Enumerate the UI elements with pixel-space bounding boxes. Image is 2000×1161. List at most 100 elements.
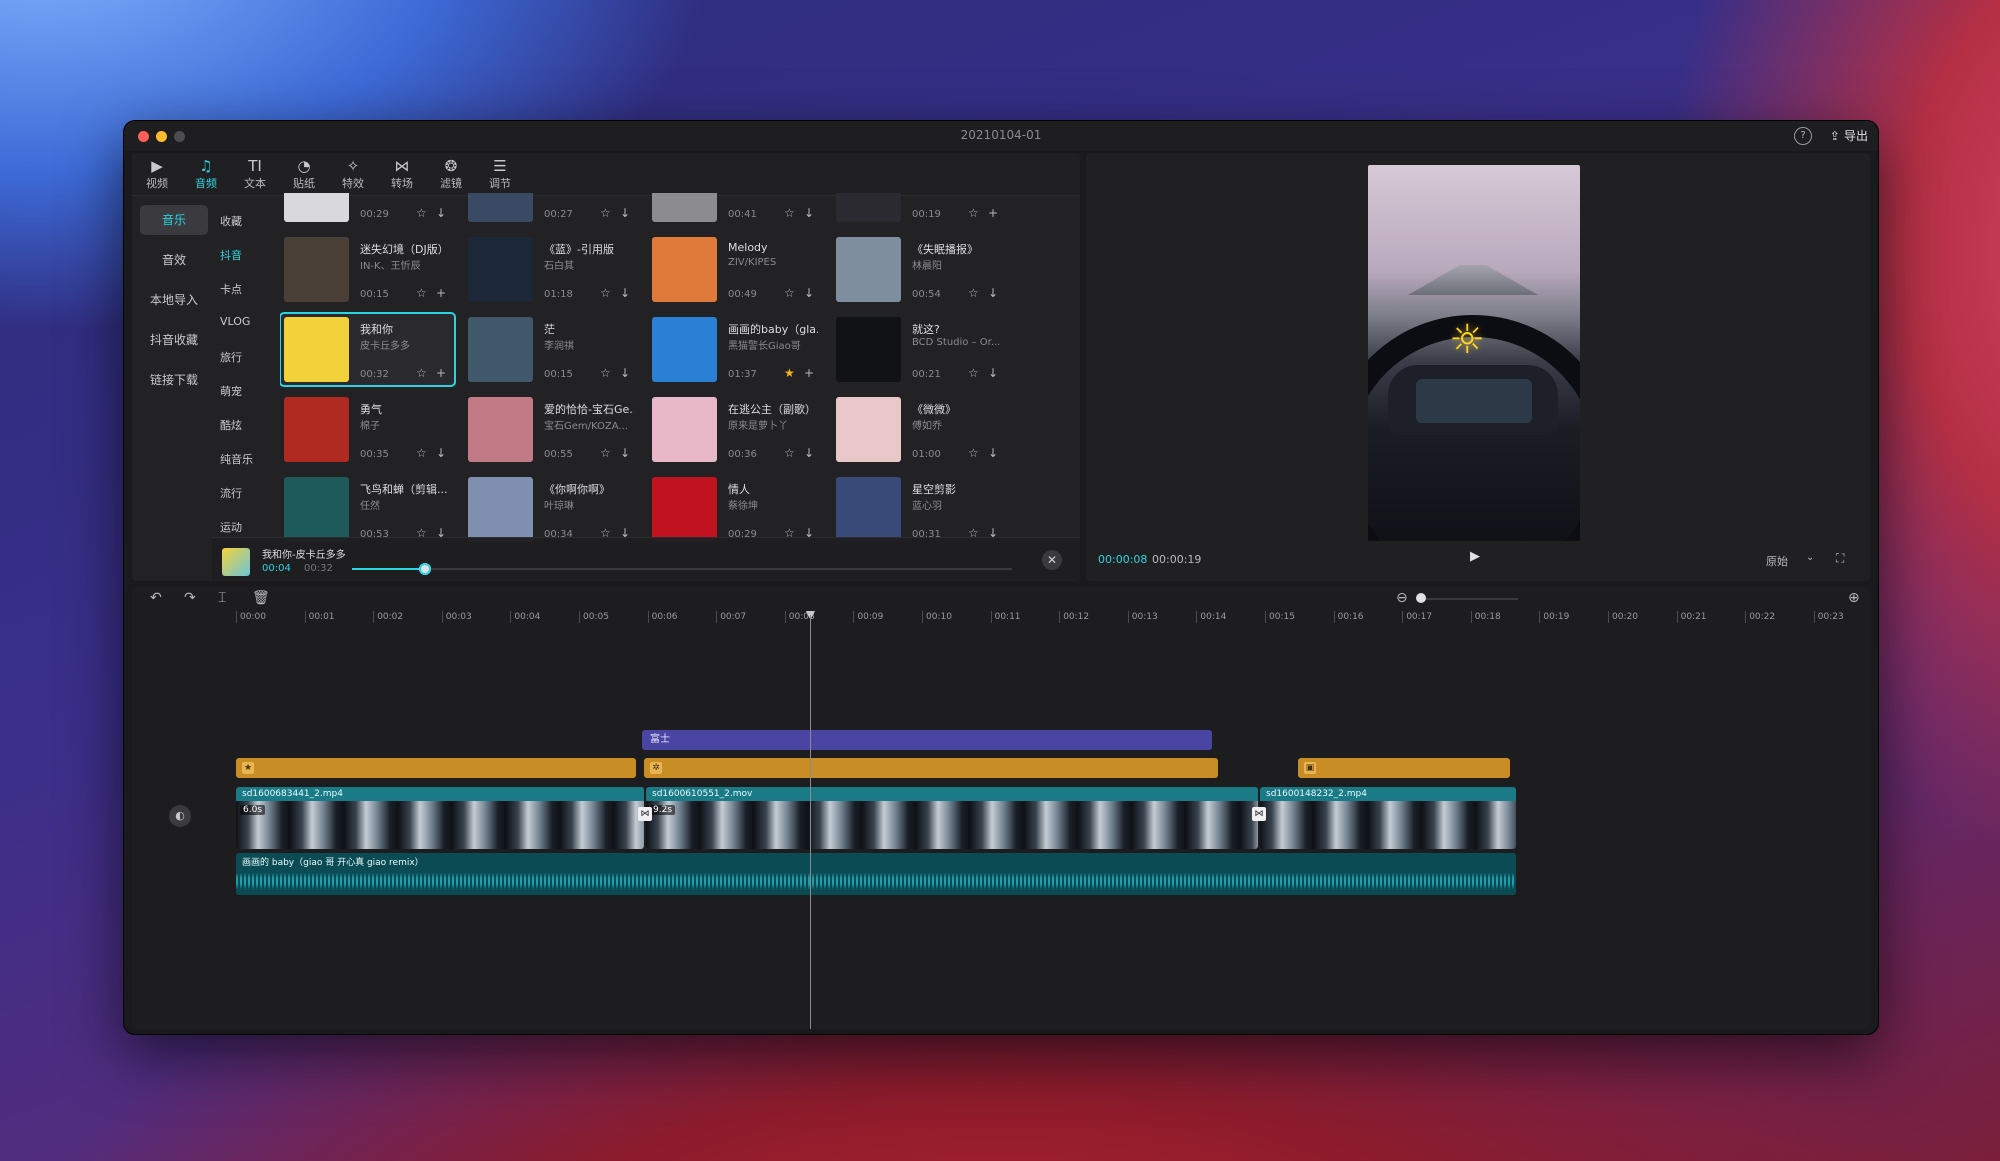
star-icon[interactable]: ☆ [968,446,979,460]
star-icon[interactable]: ☆ [416,446,427,460]
audio-clip[interactable]: 画画的 baby（giao 哥 开心真 giao remix） [236,853,1516,895]
music-card[interactable]: 情人 蔡徐坤 00:29 ☆ ↓ [648,473,823,543]
main-track-audio-icon[interactable]: ◐ [169,805,191,827]
download-icon[interactable]: ↓ [436,446,446,460]
download-icon[interactable]: ↓ [620,366,630,380]
category-item[interactable]: 酷炫 [220,417,242,433]
sidebar-item[interactable]: 抖音收藏 [140,325,208,355]
sidebar-item[interactable]: 本地导入 [140,285,208,315]
category-item[interactable]: 纯音乐 [220,451,253,467]
download-icon[interactable]: ↓ [620,286,630,300]
category-item[interactable]: 卡点 [220,281,242,297]
download-icon[interactable]: ↓ [804,206,814,220]
sidebar-item[interactable]: 音效 [140,245,208,275]
add-icon[interactable]: + [804,366,814,380]
star-icon[interactable]: ☆ [968,286,979,300]
star-icon[interactable]: ☆ [416,206,427,220]
effect-clip[interactable]: ★ [236,758,636,778]
music-card[interactable]: 飞鸟和蝉（剪辑... 任然 00:53 ☆ ↓ [280,473,455,543]
play-button[interactable]: ▶ [1470,549,1480,564]
music-card[interactable]: 星空剪影 蓝心羽 00:31 ☆ ↓ [832,473,1007,543]
music-card[interactable]: 爱的恰恰-宝石Ge... 宝石Gem/KOZA... 00:55 ☆ ↓ [464,393,639,466]
tab-audio[interactable]: ♫ 音频 [183,157,229,191]
star-icon[interactable]: ☆ [784,286,795,300]
category-item[interactable]: 运动 [220,519,242,535]
chevron-down-icon[interactable]: ⌄ [1806,552,1814,563]
music-card[interactable]: 《微微》 傅如乔 01:00 ☆ ↓ [832,393,1007,466]
zoom-slider[interactable] [1418,598,1518,600]
zoom-slider-knob[interactable] [1416,593,1426,603]
star-icon[interactable]: ☆ [784,446,795,460]
star-icon[interactable]: ☆ [600,206,611,220]
star-icon[interactable]: ☆ [600,286,611,300]
add-icon[interactable]: + [988,206,998,220]
music-card[interactable]: Melody ZIV/KIPES 00:49 ☆ ↓ [648,233,823,306]
music-card[interactable]: 我和你 皮卡丘多多 00:32 ☆ + [280,312,456,387]
player-progress-slider[interactable] [352,563,1012,575]
music-card[interactable]: 《失眠播报》 林晨阳 00:54 ☆ ↓ [832,233,1007,306]
star-icon[interactable]: ★ [784,366,795,380]
music-card[interactable]: 00:41 ☆ ↓ [648,193,823,226]
music-card[interactable]: 勇气 棉子 00:35 ☆ ↓ [280,393,455,466]
tab-video[interactable]: ▶ 视频 [134,157,180,191]
help-button[interactable]: ? [1794,127,1812,145]
download-icon[interactable]: ↓ [436,206,446,220]
star-icon[interactable]: ☆ [784,206,795,220]
music-card[interactable]: 《你啊你啊》 叶琼琳 00:34 ☆ ↓ [464,473,639,543]
category-item[interactable]: 萌宠 [220,383,242,399]
playhead[interactable] [810,615,811,1029]
transition-icon[interactable]: ⋈ [1252,807,1266,821]
add-icon[interactable]: + [436,366,446,380]
effect-clip[interactable]: ✲ [644,758,1218,778]
export-button[interactable]: ⇪ 导出 [1830,127,1868,144]
download-icon[interactable]: ↓ [804,446,814,460]
category-item[interactable]: VLOG [220,315,250,328]
add-icon[interactable]: + [436,286,446,300]
tab-text[interactable]: TI 文本 [232,157,278,191]
video-clip[interactable]: sd1600610551_2.mov 9.2s [646,787,1258,849]
download-icon[interactable]: ↓ [620,206,630,220]
time-ruler[interactable]: 00:00 00:01 00:02 00:03 00:04 00:05 00:06 00:07… [132,609,1870,629]
text-clip[interactable]: 富士 [642,730,1212,750]
star-icon[interactable]: ☆ [416,366,427,380]
music-card[interactable]: 00:19 ☆ + [832,193,1007,226]
zoom-out-button[interactable]: ⊖ [1396,590,1408,606]
tab-filter[interactable]: ❂ 滤镜 [428,157,474,191]
effect-clip[interactable]: ▣ [1298,758,1510,778]
tab-sticker[interactable]: ◔ 贴纸 [281,157,327,191]
star-icon[interactable]: ☆ [600,366,611,380]
close-player-button[interactable]: ✕ [1042,550,1062,570]
video-clip[interactable]: sd1600683441_2.mp4 6.0s [236,787,644,849]
zoom-in-button[interactable]: ⊕ [1848,590,1860,606]
sidebar-item[interactable]: 音乐 [140,205,208,235]
download-icon[interactable]: ↓ [988,286,998,300]
player-progress-knob[interactable] [418,563,431,575]
download-icon[interactable]: ↓ [620,446,630,460]
music-card[interactable]: 画画的baby（gla... 黑猫警长Giao哥 01:37 ★ + [648,313,823,386]
split-button[interactable]: ⌶ [218,590,226,606]
music-card[interactable]: 《蓝》-引用版 石白其 01:18 ☆ ↓ [464,233,639,306]
aspect-ratio-select[interactable]: 原始 [1766,553,1788,569]
tab-transition[interactable]: ⋈ 转场 [379,157,425,191]
undo-button[interactable]: ↶ [150,590,162,606]
star-icon[interactable]: ☆ [968,366,979,380]
tab-effects[interactable]: ✧ 特效 [330,157,376,191]
star-icon[interactable]: ☆ [600,446,611,460]
sidebar-item[interactable]: 链接下载 [140,365,208,395]
download-icon[interactable]: ↓ [804,286,814,300]
star-icon[interactable]: ☆ [416,286,427,300]
tab-adjust[interactable]: ☰ 调节 [477,157,523,191]
track-grid[interactable]: 00:29 ☆ ↓ 00:27 ☆ ↓ 00:41 ☆ ↓ 00:19 ☆ + 迷失幻境（DJ版） IN-… [280,193,1080,543]
music-card[interactable]: 00:29 ☆ ↓ [280,193,455,226]
category-item[interactable]: 流行 [220,485,242,501]
music-card[interactable]: 就这? BCD Studio – Or... 00:21 ☆ ↓ [832,313,1007,386]
download-icon[interactable]: ↓ [988,366,998,380]
star-icon[interactable]: ☆ [968,206,979,220]
music-card[interactable]: 00:27 ☆ ↓ [464,193,639,226]
category-item[interactable]: 抖音 [220,247,242,263]
music-card[interactable]: 迷失幻境（DJ版） IN-K、王忻辰 00:15 ☆ + [280,233,455,306]
music-card[interactable]: 茫李润祺 00:15 ☆ ↓ [464,313,639,386]
category-item[interactable]: 收藏 [220,213,242,229]
delete-button[interactable]: 🗑 [252,590,270,606]
redo-button[interactable]: ↷ [184,590,196,606]
